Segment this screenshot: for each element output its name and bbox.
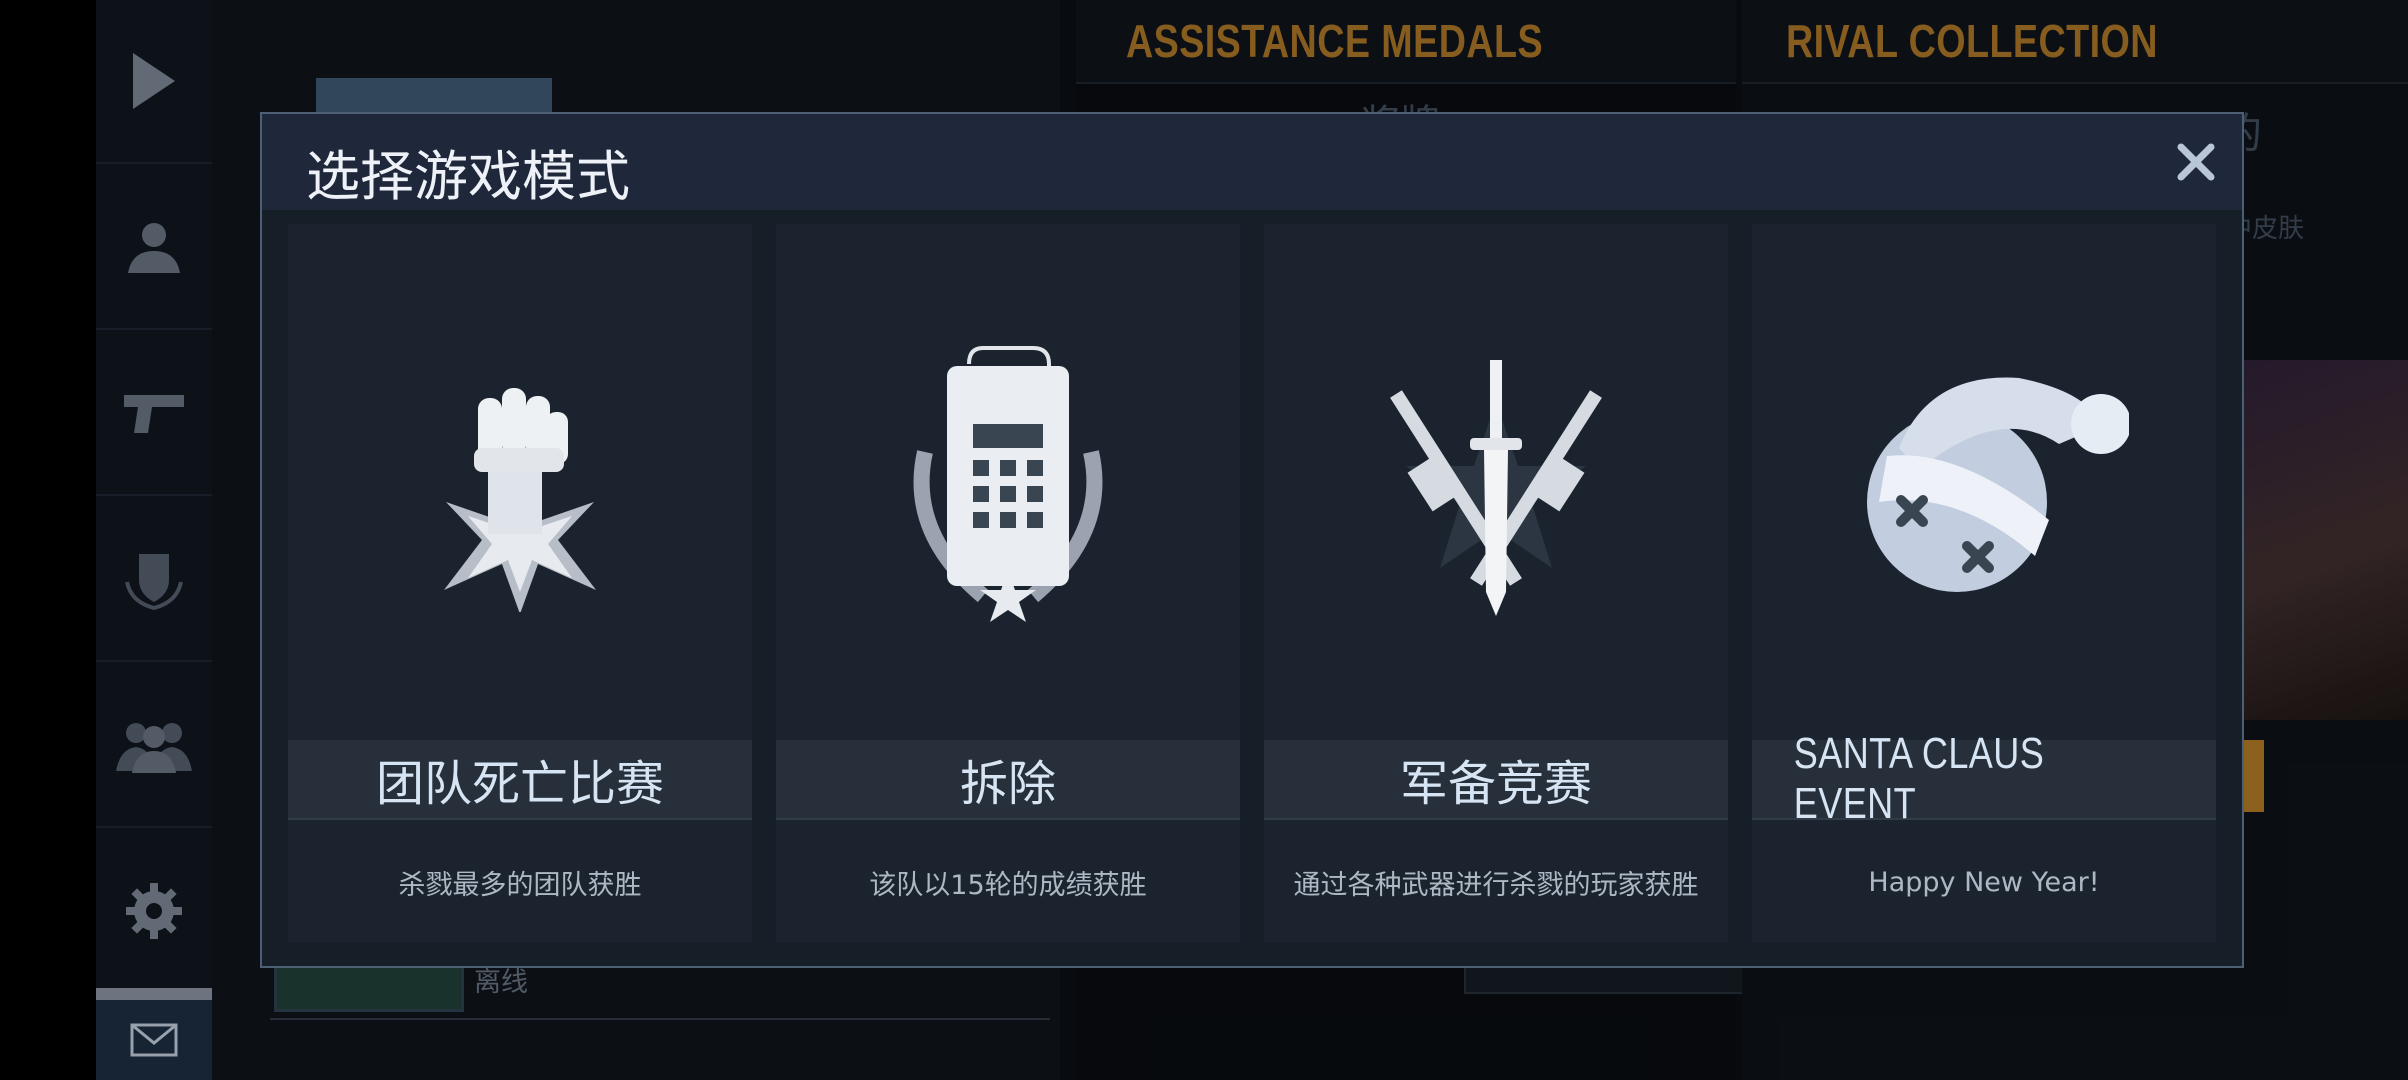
bomb-laurel-icon: [913, 346, 1103, 622]
mode-label: 团队死亡比赛: [375, 756, 664, 812]
mode-description: 杀戮最多的团队获胜: [398, 869, 642, 901]
mode-description: 通过各种武器进行杀戮的玩家获胜: [1293, 869, 1699, 901]
mode-card-team-deathmatch[interactable]: 团队死亡比赛 杀戮最多的团队获胜: [288, 224, 752, 942]
dialog-title: 选择游戏模式: [306, 145, 630, 208]
santa-hat-snowball-icon: [1867, 377, 2129, 592]
mode-description: 该队以15轮的成绩获胜: [869, 869, 1147, 901]
mode-description: Happy New Year!: [1868, 866, 2100, 898]
mode-label: 军备竞赛: [1399, 756, 1592, 812]
mode-label: 拆除: [959, 756, 1056, 812]
fist-star-icon: [444, 388, 596, 612]
close-icon: [2177, 143, 2215, 181]
game-mode-dialog: 选择游戏模式 团队死亡比赛 杀戮最多的团队获胜 拆除 该队以15轮的成绩获胜 军…: [260, 112, 2244, 968]
knife-rifles-icon: [1390, 360, 1602, 616]
close-button[interactable]: [2168, 134, 2224, 190]
dialog-header: 选择游戏模式: [262, 114, 2242, 210]
mode-card-arms-race[interactable]: 军备竞赛 通过各种武器进行杀戮的玩家获胜: [1264, 224, 1728, 942]
mode-label: SANTA CLAUS EVENT: [1793, 729, 2045, 828]
mode-card-defuse[interactable]: 拆除 该队以15轮的成绩获胜: [776, 224, 1240, 942]
mode-card-santa-claus-event[interactable]: SANTA CLAUS EVENT Happy New Year!: [1752, 224, 2216, 942]
